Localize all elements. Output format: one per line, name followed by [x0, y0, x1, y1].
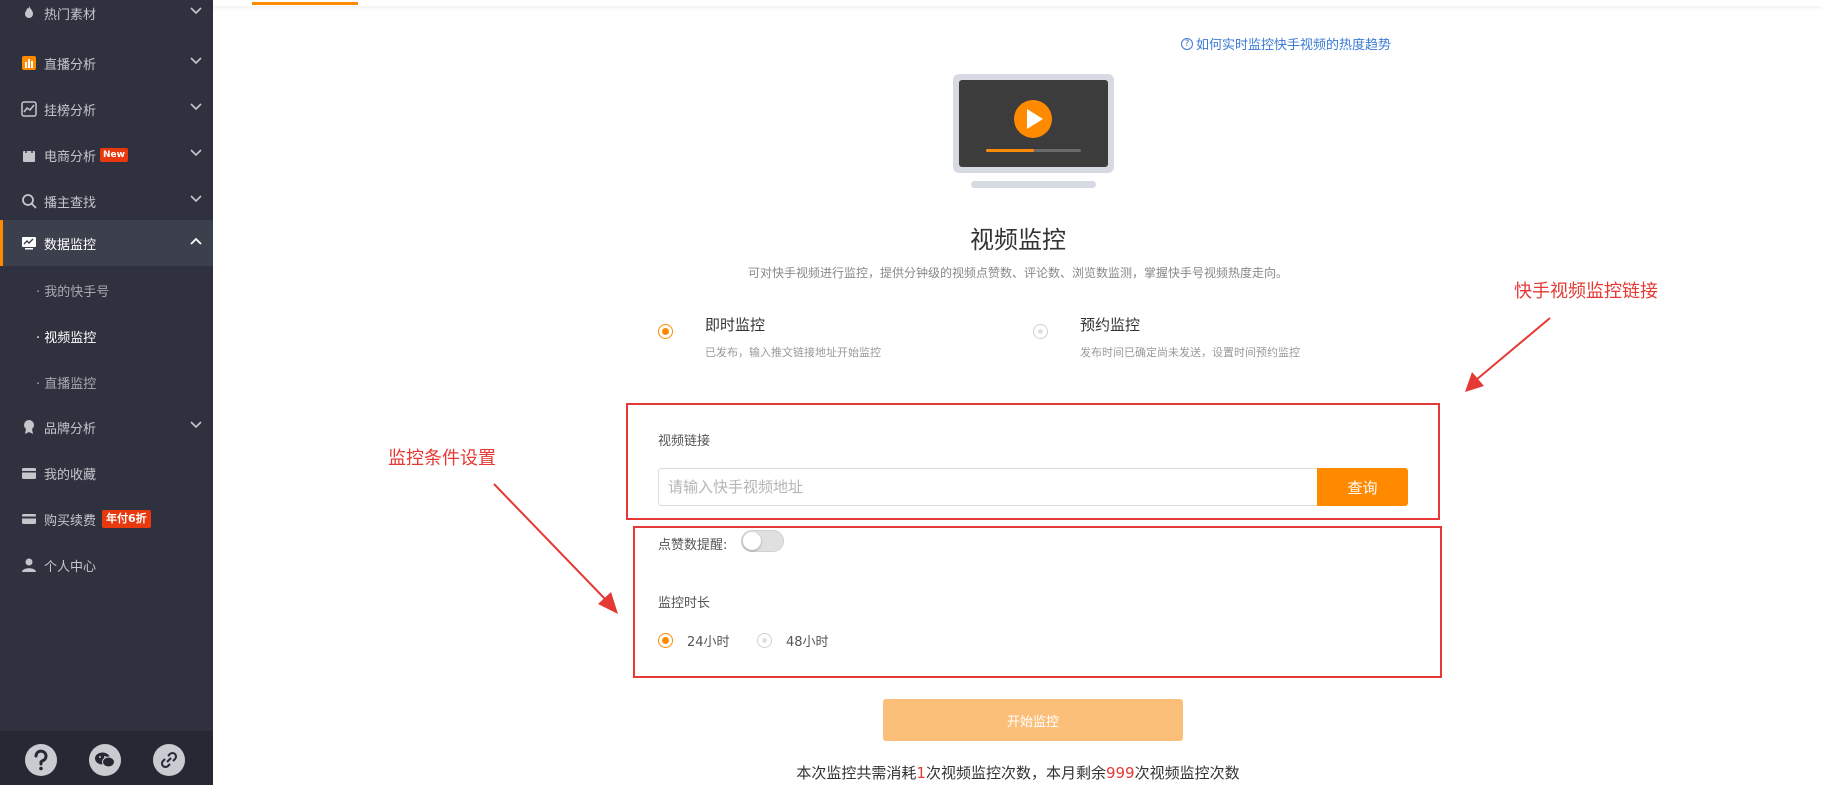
like-alert-label: 点赞数提醒:: [658, 538, 728, 553]
sidebar-item-user-center[interactable]: 个人中心: [0, 542, 213, 588]
bar-chart-icon: [20, 54, 38, 72]
video-link-label: 视频链接: [658, 434, 711, 449]
radio-instant[interactable]: [658, 324, 673, 339]
cost-count: 1: [916, 764, 926, 782]
sidebar-item-label: 直播分析: [44, 57, 97, 73]
start-monitor-button[interactable]: 开始监控: [883, 699, 1183, 741]
sidebar-item-label: 购买续费: [44, 513, 97, 529]
radio-24h[interactable]: [658, 633, 673, 648]
sidebar-item-label: 个人中心: [44, 559, 97, 575]
sidebar-item-favorites[interactable]: 我的收藏: [0, 450, 213, 496]
radio-scheduled[interactable]: [1033, 324, 1048, 339]
sidebar-item-label: 我的收藏: [44, 467, 97, 483]
discount-badge: 年付6折: [102, 510, 151, 528]
wallet-icon: [20, 464, 38, 482]
sidebar-item-label: 热门素材: [44, 7, 97, 23]
duration-option-24h[interactable]: 24小时: [658, 631, 730, 650]
mode-title: 预约监控: [1080, 316, 1141, 334]
sidebar-item-label: 播主查找: [44, 195, 97, 211]
search-icon: [20, 192, 38, 210]
sidebar-subitem-video-monitor[interactable]: · 视频监控: [0, 313, 213, 359]
sidebar-item-live-analysis[interactable]: 直播分析: [0, 40, 213, 86]
video-link-input[interactable]: [658, 468, 1318, 506]
sidebar-item-ecommerce-analysis[interactable]: 电商分析 New: [0, 132, 213, 178]
sidebar-subitem-label: · 直播监控: [36, 376, 97, 392]
cost-suffix: 次视频监控次数: [1134, 764, 1240, 782]
chevron-down-icon: [190, 421, 202, 429]
chevron-down-icon: [190, 7, 202, 15]
chevron-down-icon: [190, 57, 202, 65]
sidebar-subitem-label: · 我的快手号: [36, 284, 110, 300]
video-tv-illustration: [953, 74, 1114, 188]
cost-info: 本次监控共需消耗1次视频监控次数，本月剩余999次视频监控次数: [0, 762, 1823, 783]
arrow-to-link-box: [1465, 317, 1551, 392]
duration-label: 监控时长: [658, 596, 711, 611]
sidebar-item-label: 挂榜分析: [44, 103, 97, 119]
chevron-down-icon: [190, 149, 202, 157]
question-circle-icon: ?: [1181, 37, 1193, 50]
help-link-text: 如何实时监控快手视频的热度趋势: [1196, 38, 1392, 53]
sidebar: 热门素材 直播分析 挂榜分析 电商分析 New 播主查找 数据监控 · 我的快手…: [0, 0, 213, 785]
sidebar-item-hot-materials[interactable]: 热门素材: [0, 0, 213, 36]
cost-middle: 次视频监控次数，本月剩余: [925, 764, 1106, 782]
cost-remaining: 999: [1105, 764, 1135, 782]
brand-icon: [20, 418, 38, 436]
annotation-label-link: 快手视频监控链接: [1514, 281, 1658, 302]
sidebar-item-label: 电商分析: [44, 149, 97, 165]
mode-desc: 发布时间已确定尚未发送，设置时间预约监控: [1080, 346, 1300, 359]
sidebar-subitem-label: · 视频监控: [36, 330, 97, 346]
fire-icon: [20, 4, 38, 22]
shopping-bag-icon: [20, 146, 38, 164]
like-alert-toggle[interactable]: [741, 530, 784, 552]
sidebar-subitem-live-monitor[interactable]: · 直播监控: [0, 359, 213, 405]
help-link[interactable]: ? 如何实时监控快手视频的热度趋势: [1181, 34, 1391, 53]
duration-option-label: 48小时: [786, 635, 829, 650]
sidebar-item-purchase-renew[interactable]: 购买续费 年付6折: [0, 496, 213, 542]
sidebar-item-label: 品牌分析: [44, 421, 97, 437]
chevron-down-icon: [190, 195, 202, 203]
toggle-knob: [743, 532, 761, 550]
duration-option-48h[interactable]: 48小时: [757, 631, 829, 650]
radio-48h[interactable]: [757, 633, 772, 648]
sidebar-item-ranking-analysis[interactable]: 挂榜分析: [0, 86, 213, 132]
mode-title: 即时监控: [705, 316, 766, 334]
top-bar: [213, 0, 1823, 6]
new-badge: New: [100, 148, 128, 162]
sidebar-item-anchor-search[interactable]: 播主查找: [0, 178, 213, 224]
video-link-group: 查询: [658, 468, 1408, 506]
chevron-down-icon: [190, 103, 202, 111]
cost-prefix: 本次监控共需消耗: [796, 764, 917, 782]
user-icon: [20, 556, 38, 574]
annotation-label-conditions: 监控条件设置: [388, 448, 496, 469]
arrow-to-conditions-box: [493, 483, 618, 614]
page-title: 视频监控: [970, 226, 1066, 254]
mode-instant[interactable]: 即时监控 已发布，输入推文链接地址开始监控: [658, 314, 958, 364]
mode-desc: 已发布，输入推文链接地址开始监控: [705, 346, 881, 359]
mode-scheduled[interactable]: 预约监控 发布时间已确定尚未发送，设置时间预约监控: [1033, 314, 1353, 364]
sidebar-item-brand-analysis[interactable]: 品牌分析: [0, 404, 213, 450]
trend-icon: [20, 100, 38, 118]
card-icon: [20, 510, 38, 528]
active-tab-indicator: [252, 2, 358, 5]
query-button[interactable]: 查询: [1317, 468, 1408, 506]
duration-option-label: 24小时: [687, 635, 730, 650]
